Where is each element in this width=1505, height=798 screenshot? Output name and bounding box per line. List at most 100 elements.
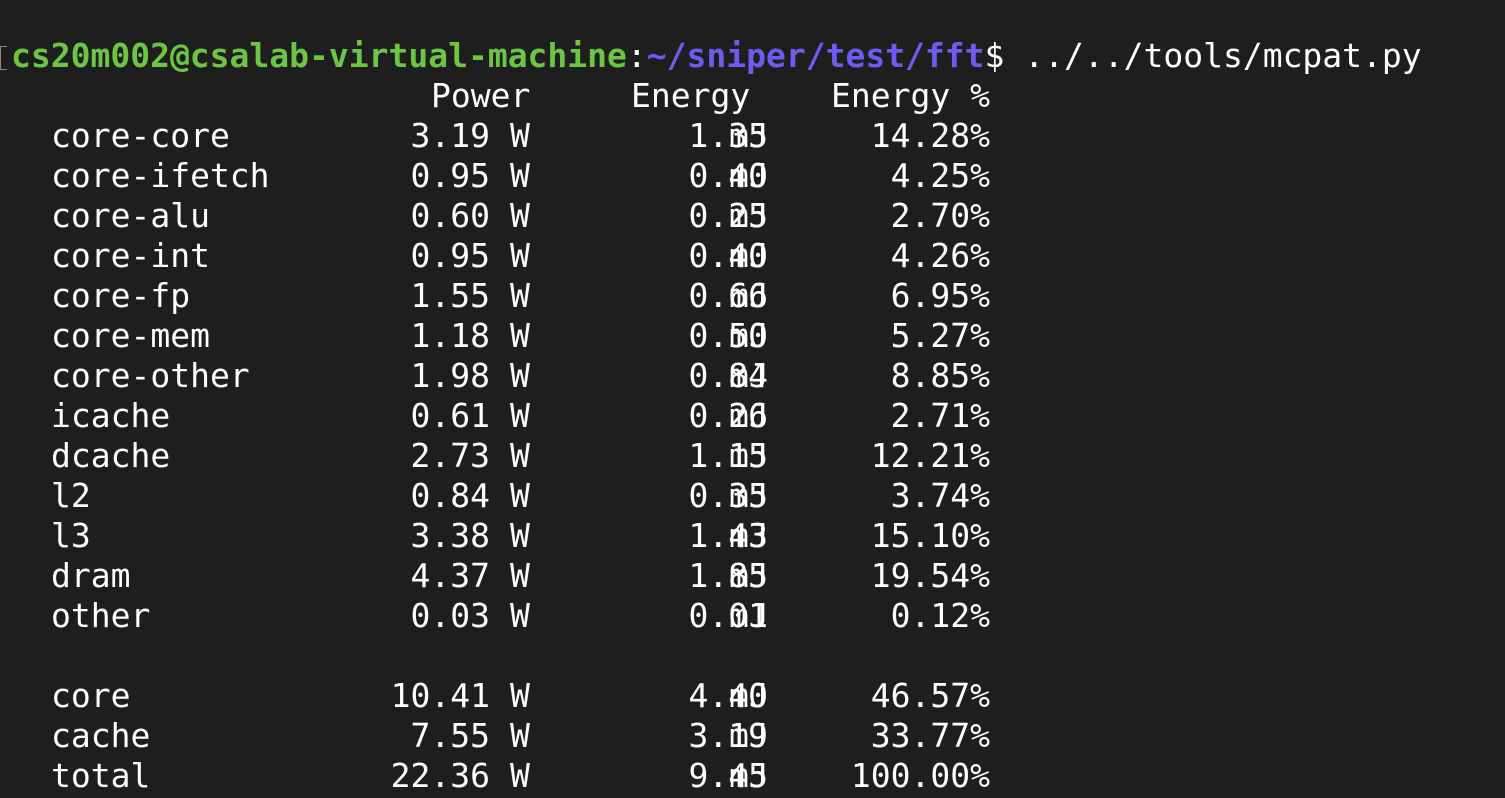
row-name: core-mem <box>51 316 210 355</box>
table-row: icache 0.61 W 0.26 mJ 2.71% <box>0 396 1505 436</box>
table-header: Power Energy Energy % <box>0 76 1505 116</box>
header-power: Power <box>431 76 531 115</box>
row-name: core-other <box>51 356 250 395</box>
row-power-unit: W <box>510 676 530 715</box>
row-name: core-fp <box>51 276 191 315</box>
row-energy-pct: 2.71% <box>890 396 990 435</box>
row-power-value: 1.18 <box>410 316 490 355</box>
row-name: dcache <box>51 436 171 475</box>
row-power-value: 0.95 <box>410 236 490 275</box>
table-row: core-int 0.95 W 0.40 mJ 4.26% <box>0 236 1505 276</box>
row-power-unit: W <box>510 516 530 555</box>
table-row: core-other 1.98 W 0.84 mJ 8.85% <box>0 356 1505 396</box>
row-energy-pct: 12.21% <box>870 436 990 475</box>
summary-row: total 22.36 W 9.45 mJ 100.00% <box>0 756 1505 796</box>
row-power-value: 0.03 <box>410 596 490 635</box>
summary-row: core 10.41 W 4.40 mJ 46.57% <box>0 676 1505 716</box>
row-name: other <box>51 596 151 635</box>
row-power-unit: W <box>510 476 530 515</box>
row-power-unit: W <box>510 276 530 315</box>
row-energy-unit: mJ <box>729 316 769 355</box>
row-power-value: 7.55 <box>410 716 490 755</box>
row-name: l3 <box>51 516 91 555</box>
row-power-unit: W <box>510 436 530 475</box>
table-row: core-ifetch 0.95 W 0.40 mJ 4.25% <box>0 156 1505 196</box>
row-power-value: 1.98 <box>410 356 490 395</box>
row-name: core-int <box>51 236 210 275</box>
row-energy-unit: mJ <box>729 236 769 275</box>
prompt-separator: : <box>626 36 647 75</box>
row-power-value: 22.36 <box>390 756 490 795</box>
row-name: l2 <box>51 476 91 515</box>
row-name: cache <box>51 716 151 755</box>
row-energy-pct: 2.70% <box>890 196 990 235</box>
row-energy-pct: 4.26% <box>890 236 990 275</box>
table-row: dram 4.37 W 1.85 mJ 19.54% <box>0 556 1505 596</box>
row-power-unit: W <box>510 756 530 795</box>
prompt-line: cs20m002@csalab-virtual-machine:~/sniper… <box>11 36 1422 76</box>
row-power-unit: W <box>510 116 530 155</box>
row-name: core <box>51 676 131 715</box>
row-name: core-alu <box>51 196 210 235</box>
row-energy-unit: mJ <box>729 356 769 395</box>
row-energy-unit: mJ <box>729 156 769 195</box>
row-power-value: 0.61 <box>410 396 490 435</box>
row-power-unit: W <box>510 316 530 355</box>
row-name: core-ifetch <box>51 156 270 195</box>
row-power-value: 4.37 <box>410 556 490 595</box>
row-energy-pct: 8.85% <box>890 356 990 395</box>
row-name: total <box>51 756 151 795</box>
row-power-unit: W <box>510 356 530 395</box>
row-energy-unit: mJ <box>729 756 769 795</box>
row-name: dram <box>51 556 131 595</box>
terminal-window[interactable]: cs20m002@csalab-virtual-machine:~/sniper… <box>0 0 1505 798</box>
row-power-value: 10.41 <box>390 676 490 715</box>
row-power-unit: W <box>510 596 530 635</box>
row-energy-pct: 0.12% <box>890 596 990 635</box>
summary-row: cache 7.55 W 3.19 mJ 33.77% <box>0 716 1505 756</box>
row-power-value: 2.73 <box>410 436 490 475</box>
row-power-unit: W <box>510 236 530 275</box>
table-row: core-alu 0.60 W 0.25 mJ 2.70% <box>0 196 1505 236</box>
command-text: ../../tools/mcpat.py <box>1004 36 1422 75</box>
row-energy-pct: 6.95% <box>890 276 990 315</box>
row-power-value: 0.95 <box>410 156 490 195</box>
table-row: core-mem 1.18 W 0.50 mJ 5.27% <box>0 316 1505 356</box>
row-power-unit: W <box>510 196 530 235</box>
row-energy-pct: 5.27% <box>890 316 990 355</box>
row-energy-unit: mJ <box>729 276 769 315</box>
table-row: l3 3.38 W 1.43 mJ 15.10% <box>0 516 1505 556</box>
row-energy-unit: mJ <box>729 596 769 635</box>
row-energy-unit: mJ <box>729 556 769 595</box>
row-power-value: 3.19 <box>410 116 490 155</box>
table-row: l2 0.84 W 0.35 mJ 3.74% <box>0 476 1505 516</box>
prompt-path: ~/sniper/test/fft <box>646 36 985 75</box>
row-energy-unit: mJ <box>729 436 769 475</box>
row-energy-unit: mJ <box>729 676 769 715</box>
header-energy: Energy <box>631 76 751 115</box>
row-energy-pct: 14.28% <box>870 116 990 155</box>
row-energy-unit: mJ <box>729 196 769 235</box>
row-power-unit: W <box>510 716 530 755</box>
header-energy-pct: Energy % <box>831 76 990 115</box>
row-energy-unit: mJ <box>729 716 769 755</box>
table-row: dcache 2.73 W 1.15 mJ 12.21% <box>0 436 1505 476</box>
prompt-user-host: cs20m002@csalab-virtual-machine <box>11 36 627 75</box>
row-energy-pct: 15.10% <box>870 516 990 555</box>
row-name: core-core <box>51 116 230 155</box>
row-power-unit: W <box>510 156 530 195</box>
row-power-value: 0.60 <box>410 196 490 235</box>
table-row: core-core 3.19 W 1.35 mJ 14.28% <box>0 116 1505 156</box>
row-power-value: 1.55 <box>410 276 490 315</box>
row-energy-unit: mJ <box>729 476 769 515</box>
row-power-unit: W <box>510 396 530 435</box>
row-energy-pct: 4.25% <box>890 156 990 195</box>
row-power-value: 0.84 <box>410 476 490 515</box>
prompt-dollar: $ <box>984 36 1005 75</box>
row-energy-pct: 19.54% <box>870 556 990 595</box>
row-energy-pct: 3.74% <box>890 476 990 515</box>
row-energy-unit: mJ <box>729 116 769 155</box>
row-energy-unit: mJ <box>729 516 769 555</box>
row-energy-pct: 100.00% <box>850 756 990 795</box>
row-energy-unit: mJ <box>729 396 769 435</box>
